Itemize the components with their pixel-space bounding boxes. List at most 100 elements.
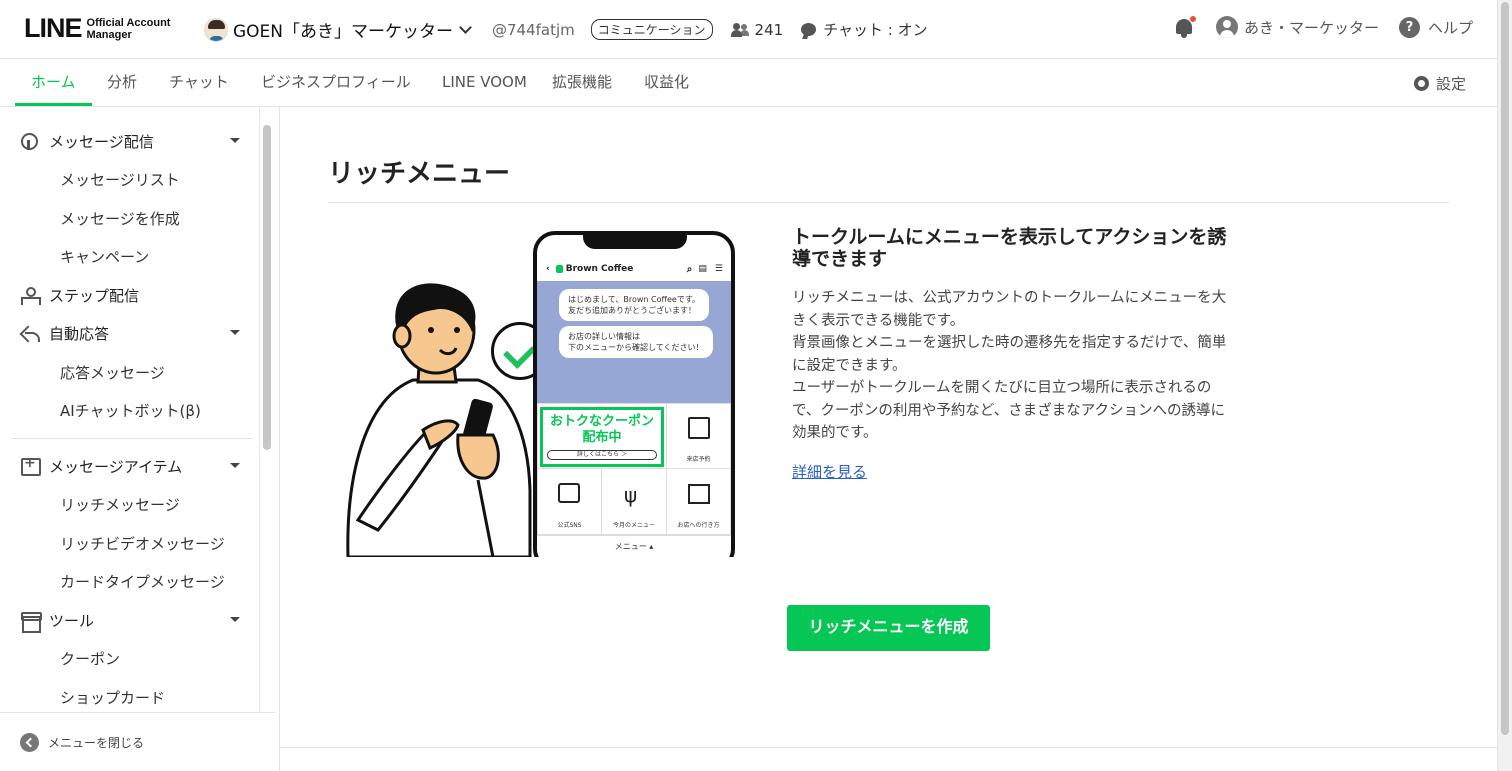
menu-icon: ☰ (714, 264, 723, 274)
chevron-down-icon[interactable] (459, 20, 472, 34)
sidebar-item-card-message[interactable]: カードタイプメッセージ (60, 571, 225, 592)
title-divider (328, 202, 1449, 203)
sidebar-item-shop-card[interactable]: ショップカード (60, 687, 165, 708)
settings-link[interactable]: 設定 (1413, 73, 1466, 94)
sidebar-group-label: 自動応答 (49, 325, 110, 343)
sidebar-divider (12, 438, 252, 439)
plan-badge: コミュニケーション (590, 19, 713, 40)
sidebar-item-coupon[interactable]: クーポン (60, 648, 120, 669)
friends-count[interactable]: 241 (730, 20, 784, 39)
sidebar-group-auto-reply[interactable]: 自動応答 (20, 323, 245, 344)
tab-extensions[interactable]: 拡張機能 (536, 59, 628, 106)
rich-menu-cell: お店への行き方 (666, 468, 731, 535)
chat-bubble-icon (801, 23, 817, 36)
coupon-line: 配布中 (582, 430, 622, 445)
sidebar-group-step-broadcast[interactable]: ステップ配信 (20, 285, 245, 306)
rich-menu-illustration: ‹ Brown Coffee ⌕ ▤ ☰ はじめまして、Brown Coffee… (338, 230, 738, 557)
sidebar-group-message-items[interactable]: メッセージアイテム (20, 455, 245, 477)
friends-icon (730, 22, 749, 37)
rich-menu-cell: 来店予約 (666, 403, 731, 469)
cell-label: お店への行き方 (677, 522, 720, 529)
page-scroll-thumb[interactable] (1501, 2, 1509, 735)
tab-monetization[interactable]: 収益化 (628, 59, 705, 106)
help-icon[interactable]: ? (1398, 16, 1420, 38)
feature-description: リッチメニューは、公式アカウントのトークルームにメニューを大きく表示できる機能で… (792, 287, 1232, 445)
close-menu-button[interactable]: メニューを閉じる (0, 712, 275, 771)
sidebar-group-tools[interactable]: ツール (20, 610, 245, 633)
sidebar-group-label: ステップ配信 (49, 287, 140, 305)
sidebar-group-label: メッセージアイテム (49, 458, 183, 476)
sidebar-item-rich-message[interactable]: リッチメッセージ (60, 494, 180, 515)
sidebar-item-campaign[interactable]: キャンペーン (60, 246, 149, 267)
rich-menu-cell: おトクなクーポン 配布中 詳しくはこちら ＞ (537, 403, 667, 469)
sidebar-scrollbar[interactable] (263, 125, 271, 450)
chat-bubble: はじめまして、Brown Coffeeです。 友だち追加ありがとうございます！ (559, 289, 710, 321)
page-scrollbar[interactable] (1497, 0, 1512, 771)
settings-label: 設定 (1435, 75, 1466, 93)
chat-status[interactable]: チャット : オン (801, 19, 928, 40)
tab-analytics[interactable]: 分析 (91, 59, 153, 106)
phone-notch (583, 235, 687, 249)
account-avatar (204, 17, 228, 42)
page-title: リッチメニュー (328, 159, 511, 189)
cell-label: 公式SNS (557, 522, 582, 529)
tab-line-voom[interactable]: LINE VOOM (426, 59, 543, 106)
phone-rich-menu: おトクなクーポン 配布中 詳しくはこちら ＞ 来店予約 公式SNS ψ 今月のメ… (537, 403, 731, 535)
bubble-line: 友だち追加ありがとうございます！ (568, 306, 696, 315)
gear-icon (1413, 76, 1429, 91)
bubble-line: お店の詳しい情報は (568, 332, 640, 341)
friends-count-value: 241 (754, 20, 784, 39)
search-icon: ⌕ (686, 263, 693, 275)
auto-reply-icon (20, 324, 40, 343)
phone-chat-header: ‹ Brown Coffee ⌕ ▤ ☰ (537, 257, 731, 281)
sidebar-item-create-message[interactable]: メッセージを作成 (60, 208, 180, 229)
sidebar-item-message-list[interactable]: メッセージリスト (60, 169, 180, 190)
shield-icon (555, 265, 563, 273)
help-link[interactable]: ヘルプ (1428, 17, 1473, 38)
caret-down-icon (230, 138, 240, 143)
coupon-line: おトクなクーポン (549, 414, 654, 429)
caret-down-icon (230, 463, 240, 468)
back-icon: ‹ (546, 264, 550, 274)
header-right: あき・マーケッター ? ヘルプ (1174, 15, 1473, 38)
chevron-left-icon (20, 732, 39, 752)
tab-home[interactable]: ホーム (15, 59, 92, 106)
main-nav-tabs: ホーム 分析 チャット ビジネスプロフィール LINE VOOM 拡張機能 収益… (0, 59, 1497, 107)
rich-menu-cell: 公式SNS (537, 468, 602, 535)
bell-icon[interactable] (1174, 15, 1197, 38)
calendar-icon (688, 417, 710, 439)
sidebar-item-reply-message[interactable]: 応答メッセージ (60, 362, 165, 383)
learn-more-link[interactable]: 詳細を見る (792, 461, 867, 482)
cell-label: 来店予約 (686, 456, 711, 463)
sidebar-group-message-broadcast[interactable]: メッセージ配信 (20, 131, 245, 152)
bubble-line: 下のメニューから確認してください！ (568, 343, 704, 352)
sidebar-item-ai-chatbot[interactable]: AIチャットボット(β) (60, 400, 201, 421)
logo-main-text: LINE (24, 13, 83, 43)
tab-business-profile[interactable]: ビジネスプロフィール (245, 59, 427, 106)
tab-chat[interactable]: チャット (153, 59, 245, 106)
chat-bubble: お店の詳しい情報は 下のメニューから確認してください！ (559, 326, 713, 358)
user-name[interactable]: あき・マーケッター (1244, 17, 1379, 38)
map-pin-icon (688, 484, 710, 504)
content-bottom-divider (280, 747, 1497, 748)
fork-knife-icon: ψ (624, 483, 638, 507)
step-icon (20, 286, 41, 305)
phone-mockup: ‹ Brown Coffee ⌕ ▤ ☰ はじめまして、Brown Coffee… (533, 231, 735, 557)
sidebar-item-rich-video-message[interactable]: リッチビデオメッセージ (60, 533, 225, 554)
sidebar-group-label: ツール (49, 612, 95, 630)
tool-icon (20, 611, 42, 633)
logo-sub-line-2: Manager (86, 28, 132, 41)
account-name[interactable]: GOEN「あき」マーケッター (233, 17, 453, 42)
chat-account-name: Brown Coffee (565, 264, 634, 274)
notes-icon: ▤ (698, 264, 707, 274)
create-rich-menu-button[interactable]: リッチメニューを作成 (787, 605, 990, 651)
user-icon[interactable] (1215, 16, 1238, 38)
cell-label: 今月のメニュー (612, 522, 655, 529)
caret-down-icon (230, 617, 240, 622)
notification-dot (1188, 15, 1197, 23)
sidebar: メッセージ配信 メッセージリスト メッセージを作成 キャンペーン ステップ配信 … (0, 107, 280, 771)
line-oam-logo[interactable]: LINE Official Account Manager (24, 15, 170, 42)
account-switcher: GOEN「あき」マーケッター @744fatjm コミュニケーション 241 チ… (204, 17, 928, 42)
phone-menu-bar: メニュー ▴ (537, 535, 731, 557)
account-id: @744fatjm (492, 20, 575, 39)
